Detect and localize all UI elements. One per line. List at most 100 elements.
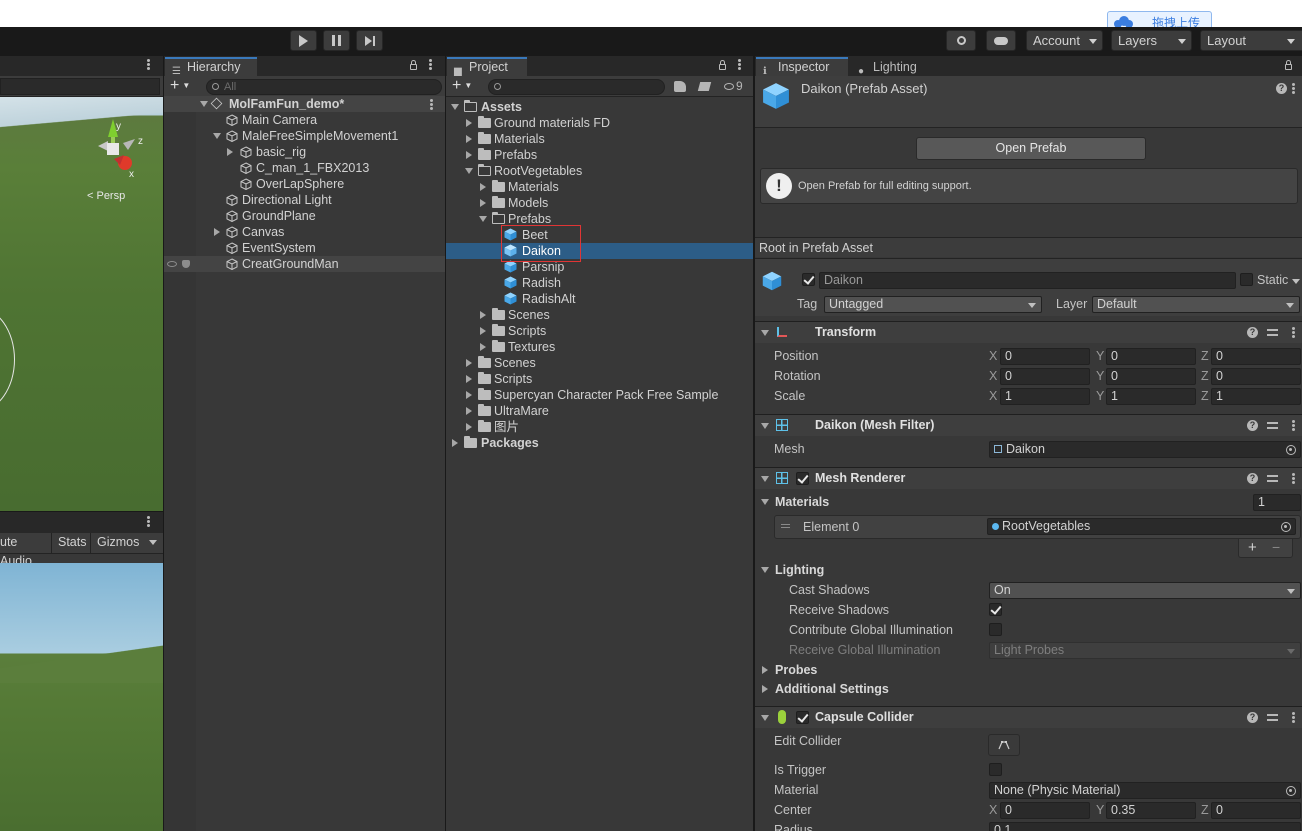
scale-y-field[interactable]: 1: [1106, 388, 1196, 405]
project-item[interactable]: Parsnip: [446, 259, 753, 275]
mesh-renderer-enabled-checkbox[interactable]: [796, 472, 809, 485]
center-x-field[interactable]: 0: [1000, 802, 1090, 819]
is-trigger-checkbox[interactable]: [989, 763, 1002, 776]
lock-icon[interactable]: [410, 60, 417, 70]
panel-divider[interactable]: [0, 511, 163, 512]
project-item[interactable]: RadishAlt: [446, 291, 753, 307]
fold-arrow-icon[interactable]: [761, 715, 769, 721]
project-item-selected[interactable]: Daikon: [446, 243, 753, 259]
fold-arrow-icon[interactable]: [480, 183, 486, 191]
edit-collider-button[interactable]: [988, 734, 1020, 756]
fold-arrow-icon[interactable]: [465, 168, 473, 174]
position-z-field[interactable]: 0: [1211, 348, 1301, 365]
fold-arrow-icon[interactable]: [466, 119, 472, 127]
capsule-collider-header[interactable]: Capsule Collider ?: [755, 706, 1302, 728]
gizmos-chevron-icon[interactable]: [149, 540, 157, 545]
preset-icon[interactable]: [1267, 327, 1278, 338]
fold-arrow-icon[interactable]: [466, 375, 472, 383]
capsule-enabled-checkbox[interactable]: [796, 711, 809, 724]
project-item[interactable]: Scenes: [446, 307, 753, 323]
rotation-y-field[interactable]: 0: [1106, 368, 1196, 385]
preset-icon[interactable]: [1267, 712, 1278, 723]
pickable-hand-icon[interactable]: [182, 260, 190, 268]
scale-z-field[interactable]: 1: [1211, 388, 1301, 405]
panel-menu-icon[interactable]: [147, 516, 151, 529]
panel-menu-icon[interactable]: [738, 59, 742, 72]
project-item[interactable]: 图片: [446, 419, 753, 435]
account-dropdown[interactable]: Account: [1026, 30, 1103, 51]
fold-arrow-icon[interactable]: [466, 151, 472, 159]
help-icon[interactable]: ?: [1247, 712, 1258, 723]
project-item[interactable]: Scripts: [446, 323, 753, 339]
stats-toggle[interactable]: Stats: [55, 533, 91, 553]
rotation-z-field[interactable]: 0: [1211, 368, 1301, 385]
tag-dropdown[interactable]: Untagged: [824, 296, 1042, 313]
context-menu-icon[interactable]: [1292, 712, 1295, 723]
fold-arrow-icon[interactable]: [466, 391, 472, 399]
project-item[interactable]: Scripts: [446, 371, 753, 387]
fold-arrow-icon[interactable]: [480, 311, 486, 319]
cloud-button[interactable]: [986, 30, 1016, 51]
hierarchy-item[interactable]: Canvas: [164, 224, 445, 240]
scale-x-field[interactable]: 1: [1000, 388, 1090, 405]
help-icon[interactable]: ?: [1276, 83, 1287, 94]
project-item[interactable]: Materials: [446, 179, 753, 195]
project-item[interactable]: Prefabs: [446, 147, 753, 163]
play-button[interactable]: [290, 30, 317, 51]
hierarchy-scene-row[interactable]: MolFamFun_demo*: [164, 96, 445, 112]
fold-arrow-icon[interactable]: [452, 439, 458, 447]
element0-object-field[interactable]: RootVegetables: [987, 518, 1296, 535]
project-item[interactable]: RootVegetables: [446, 163, 753, 179]
project-item[interactable]: Materials: [446, 131, 753, 147]
mesh-renderer-header[interactable]: Mesh Renderer ?: [755, 467, 1302, 489]
position-x-field[interactable]: 0: [1000, 348, 1090, 365]
project-item[interactable]: Supercyan Character Pack Free Sample: [446, 387, 753, 403]
project-item[interactable]: Packages: [446, 435, 753, 451]
fold-arrow-icon[interactable]: [466, 135, 472, 143]
fold-arrow-icon[interactable]: [761, 567, 769, 573]
help-icon[interactable]: ?: [1247, 473, 1258, 484]
static-chevron-icon[interactable]: [1292, 279, 1300, 284]
fold-arrow-icon[interactable]: [762, 666, 768, 674]
panel-menu-icon[interactable]: [429, 59, 433, 72]
panel-divider[interactable]: [163, 56, 164, 831]
hierarchy-item[interactable]: Directional Light: [164, 192, 445, 208]
help-icon[interactable]: ?: [1247, 327, 1258, 338]
lock-icon[interactable]: [719, 60, 726, 70]
static-checkbox[interactable]: [1240, 273, 1253, 286]
scene-viewport[interactable]: y z x < Persp: [0, 97, 163, 511]
object-name-field[interactable]: Daikon: [819, 272, 1236, 289]
gizmos-toggle[interactable]: Gizmos: [94, 533, 144, 553]
hierarchy-item[interactable]: EventSystem: [164, 240, 445, 256]
position-y-field[interactable]: 0: [1106, 348, 1196, 365]
fold-arrow-icon[interactable]: [200, 101, 208, 107]
mesh-filter-header[interactable]: Daikon (Mesh Filter) ?: [755, 414, 1302, 436]
project-item[interactable]: Textures: [446, 339, 753, 355]
project-item[interactable]: Assets: [446, 99, 753, 115]
probes-section-header[interactable]: Probes: [755, 660, 1302, 680]
fold-arrow-icon[interactable]: [761, 476, 769, 482]
hierarchy-item[interactable]: Main Camera: [164, 112, 445, 128]
fold-arrow-icon[interactable]: [761, 423, 769, 429]
contribute-gi-checkbox[interactable]: [989, 623, 1002, 636]
context-menu-icon[interactable]: [1292, 420, 1295, 431]
tab-hierarchy[interactable]: ☰ Hierarchy: [165, 57, 257, 77]
step-button[interactable]: [356, 30, 383, 51]
visibility-eye-icon[interactable]: [167, 261, 177, 267]
cast-shadows-dropdown[interactable]: On: [989, 582, 1301, 599]
lighting-section-header[interactable]: Lighting: [755, 560, 1302, 580]
project-item[interactable]: Ground materials FD: [446, 115, 753, 131]
scene-menu-icon[interactable]: [430, 99, 433, 110]
help-icon[interactable]: ?: [1247, 420, 1258, 431]
center-z-field[interactable]: 0: [1211, 802, 1301, 819]
fold-arrow-icon[interactable]: [227, 148, 233, 156]
fold-arrow-icon[interactable]: [761, 499, 769, 505]
object-picker-icon[interactable]: [1281, 522, 1291, 532]
materials-size-field[interactable]: 1: [1253, 494, 1301, 511]
context-menu-icon[interactable]: [1292, 83, 1295, 94]
rotation-x-field[interactable]: 0: [1000, 368, 1090, 385]
create-button[interactable]: + ▼: [452, 78, 480, 94]
scene-orientation-gizmo[interactable]: y z x: [78, 115, 150, 181]
physic-material-field[interactable]: None (Physic Material): [989, 782, 1301, 799]
panel-menu-icon[interactable]: [147, 59, 151, 72]
